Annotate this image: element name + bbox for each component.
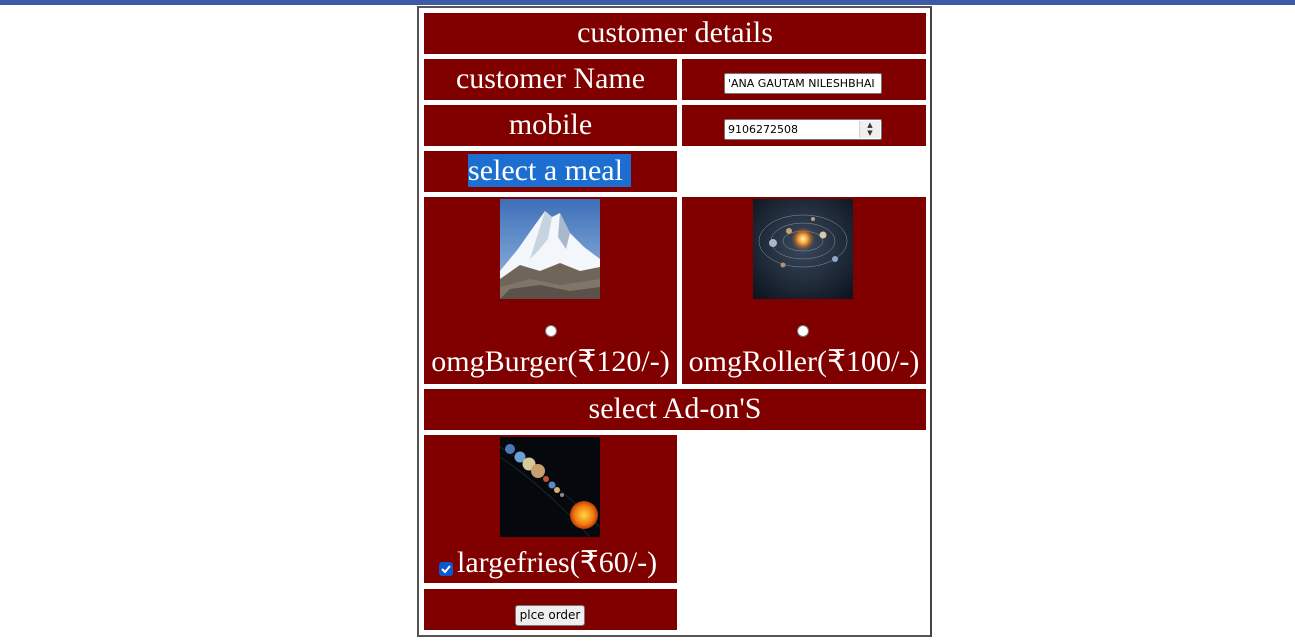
mobile-number-input[interactable]: 9106272508 ▲ ▼	[724, 119, 882, 140]
burger-label: omgBurger(₹120/-)	[431, 345, 670, 378]
form-title: customer details	[577, 16, 773, 49]
order-button-cell: plce order	[424, 589, 677, 630]
burger-radio[interactable]	[545, 325, 557, 337]
mobile-field-cell: 9106272508 ▲ ▼	[682, 105, 926, 146]
meal-option-burger: omgBurger(₹120/-)	[424, 197, 677, 384]
meal-option-roller: omgRoller(₹100/-)	[682, 197, 926, 384]
addon-option-fries: largefries(₹60/-)	[424, 435, 677, 583]
select-meal-label-cell: select a meal	[424, 151, 677, 192]
addons-title-cell: select Ad-on'S	[424, 389, 926, 430]
customer-name-field-cell: 'ANA GAUTAM NILESHBHAI	[682, 59, 926, 100]
roller-label: omgRoller(₹100/-)	[688, 345, 920, 378]
form-title-cell: customer details	[424, 13, 926, 54]
place-order-button[interactable]: plce order	[515, 605, 585, 626]
mobile-label: mobile	[508, 108, 593, 141]
planets-row-photo-icon	[500, 437, 600, 537]
fries-checkbox[interactable]	[439, 562, 453, 576]
roller-radio[interactable]	[797, 325, 809, 337]
customer-name-label-cell: customer Name	[424, 59, 677, 100]
fries-label: largefries(₹60/-)	[457, 546, 658, 579]
mountain-photo-icon	[500, 199, 600, 299]
browser-top-bar	[0, 0, 1295, 5]
customer-name-input[interactable]: 'ANA GAUTAM NILESHBHAI	[724, 73, 882, 94]
mobile-number-value: 9106272508	[728, 123, 798, 136]
mobile-label-cell: mobile	[424, 105, 677, 146]
checkmark-icon	[441, 565, 451, 574]
order-form-table: customer details customer Name 'ANA GAUT…	[417, 6, 932, 637]
number-spinner-icon[interactable]: ▲ ▼	[859, 121, 880, 138]
customer-name-label: customer Name	[455, 62, 646, 95]
select-meal-label: select a meal	[468, 154, 631, 187]
addons-title: select Ad-on'S	[588, 392, 762, 425]
solar-system-photo-icon	[753, 199, 853, 299]
